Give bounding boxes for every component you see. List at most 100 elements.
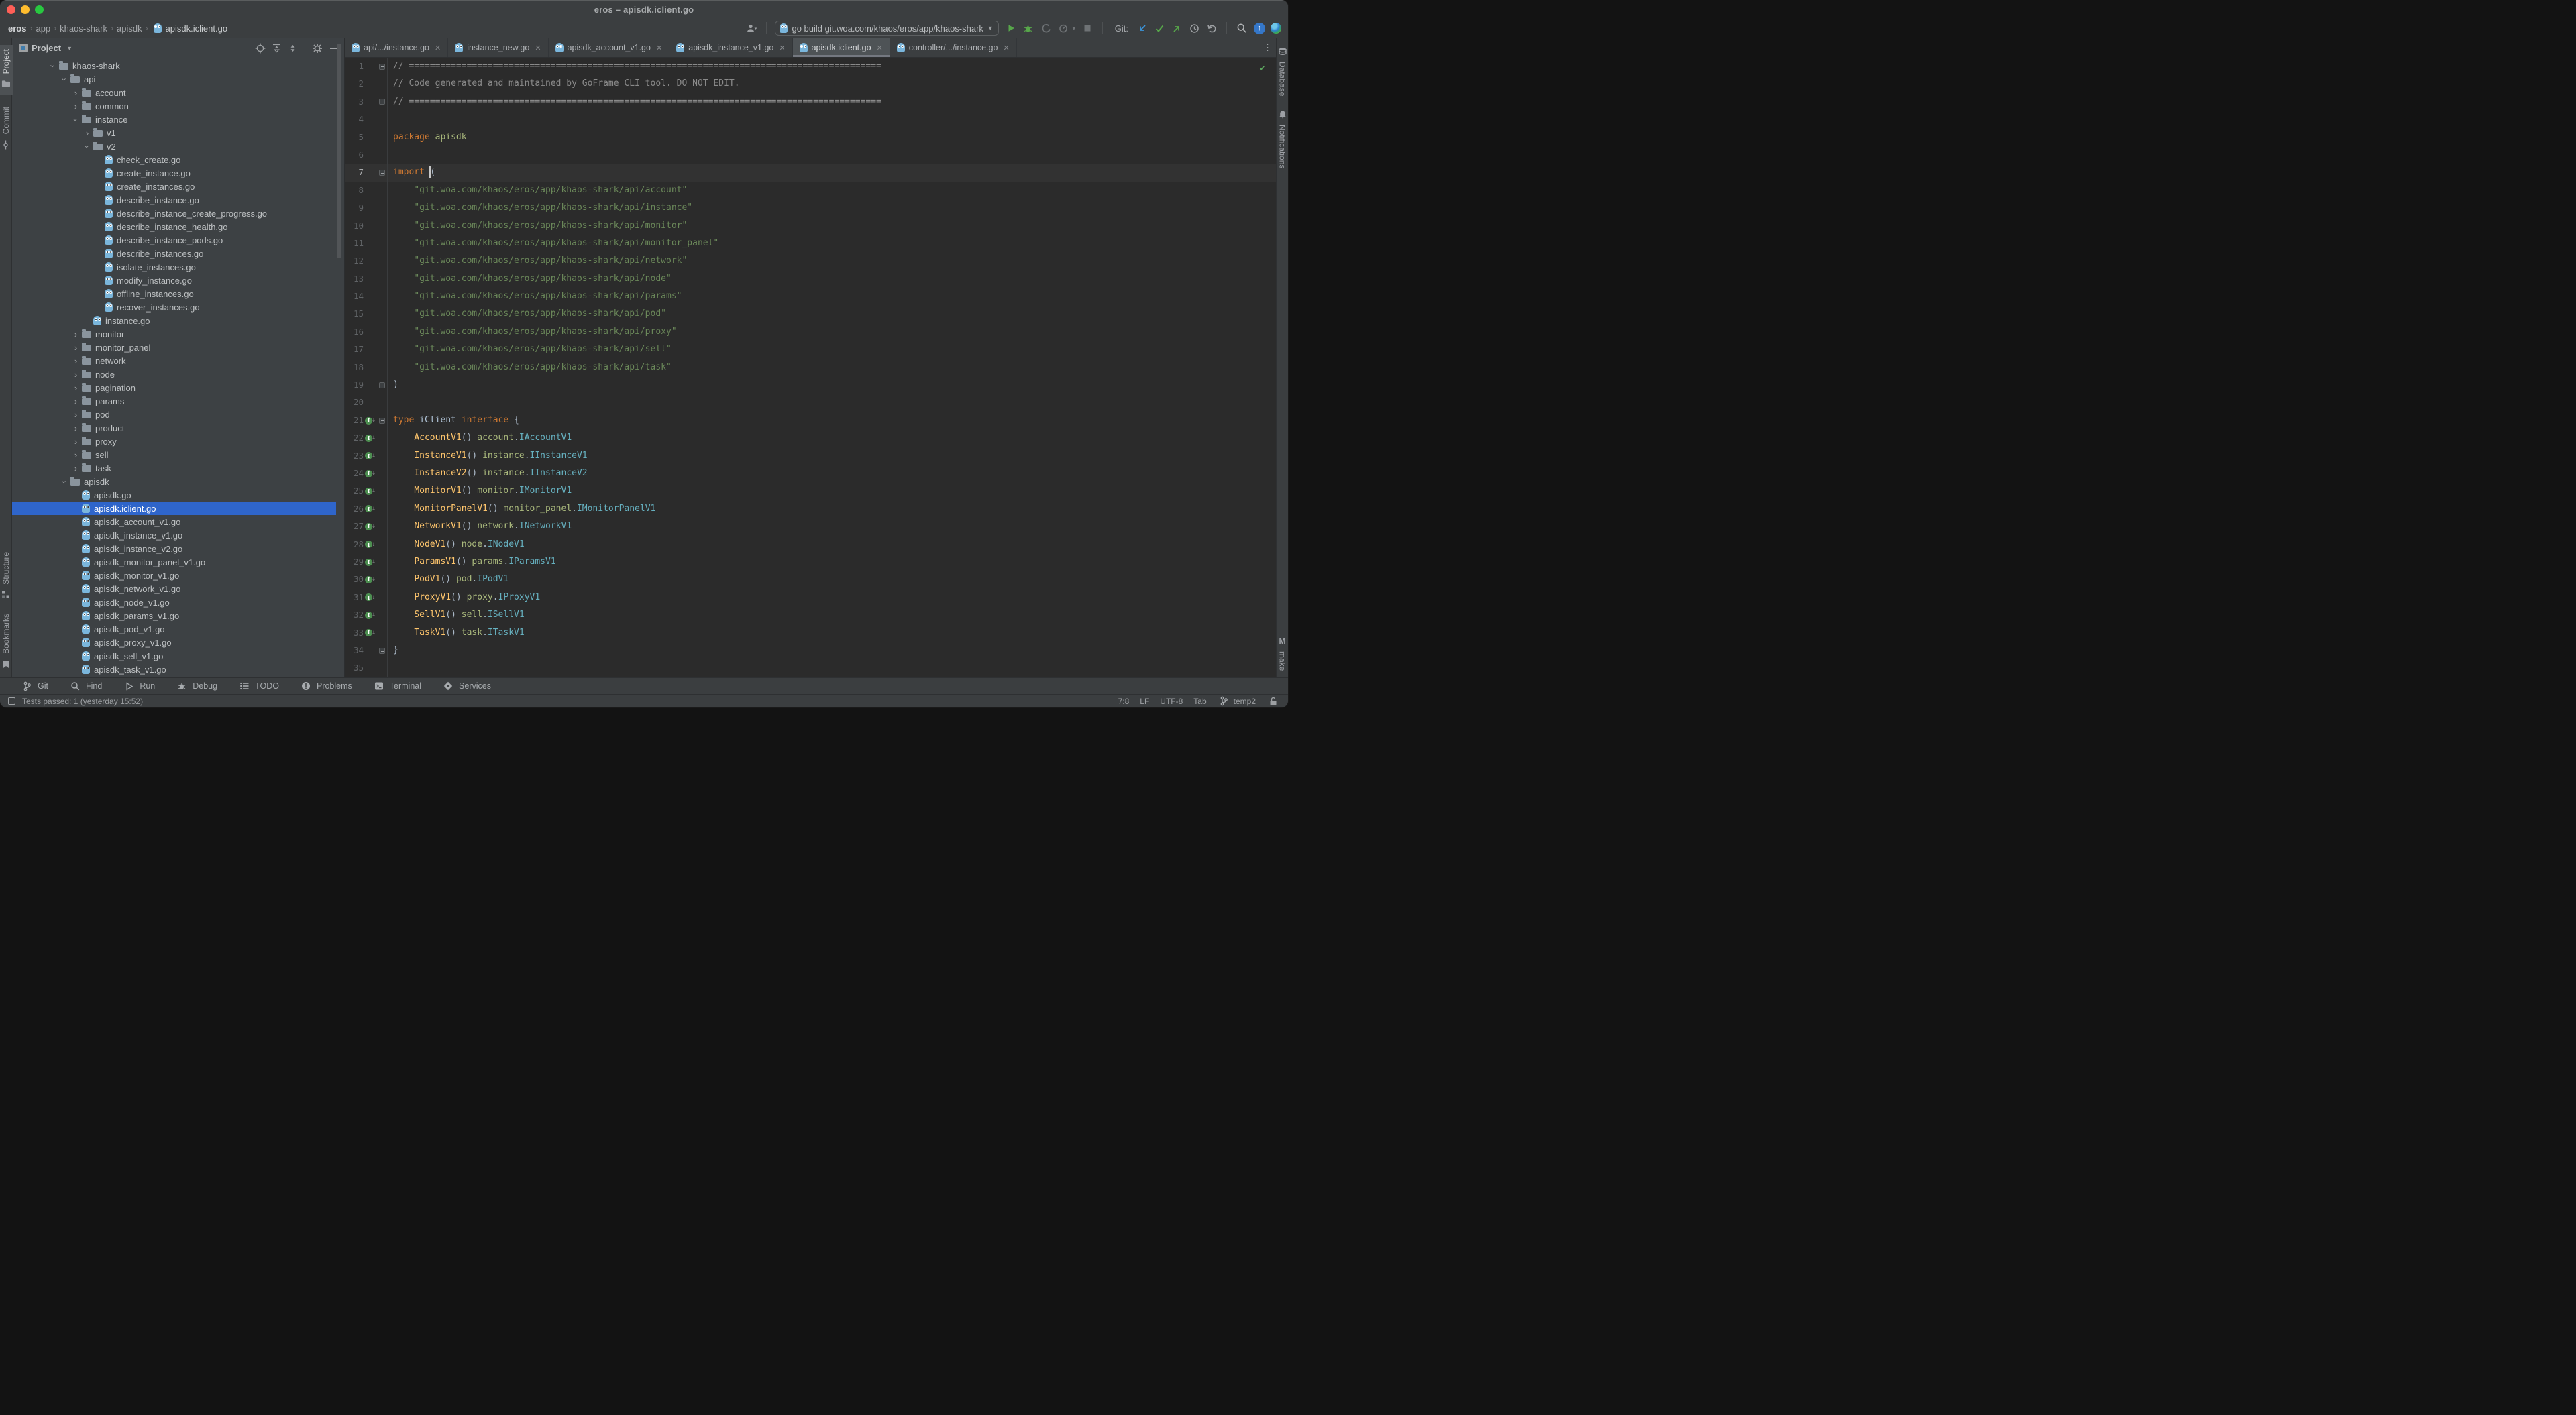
rollback-icon[interactable] <box>1205 21 1218 35</box>
tree-item[interactable]: apisdk_proxy_v1.go <box>12 636 336 649</box>
toolwindow-button-run[interactable]: Run <box>122 679 155 693</box>
tree-item[interactable]: apisdk_instance_v1.go <box>12 528 336 542</box>
line-number[interactable]: 21 <box>345 412 364 429</box>
expand-all-icon[interactable] <box>270 42 283 55</box>
project-view-selector[interactable]: Project ▼ <box>19 43 72 53</box>
fold-marker-icon[interactable] <box>379 382 385 388</box>
toolwindow-button-find[interactable]: Find <box>68 679 102 693</box>
fold-marker-icon[interactable] <box>379 99 385 105</box>
editor-tab[interactable]: apisdk_account_v1.go ✕ <box>549 38 670 57</box>
tree-item[interactable]: ›sell <box>12 448 336 461</box>
breadcrumb-item[interactable]: khaos-shark <box>60 23 107 34</box>
editor-tab[interactable]: apisdk_instance_v1.go ✕ <box>669 38 792 57</box>
toolwindow-button-services[interactable]: Services <box>441 679 491 693</box>
fold-marker-icon[interactable] <box>379 64 385 70</box>
tree-item[interactable]: apisdk_network_v1.go <box>12 582 336 596</box>
tree-item[interactable]: describe_instance.go <box>12 193 336 207</box>
inspections-ok-icon[interactable]: ✔ <box>1260 63 1265 73</box>
tree-item[interactable]: recover_instances.go <box>12 300 336 314</box>
chevron-down-icon[interactable]: › <box>48 60 58 72</box>
code-with-me-sphere-icon[interactable] <box>1271 23 1281 34</box>
line-number[interactable]: 1 <box>345 58 364 75</box>
tree-item[interactable]: describe_instance_pods.go <box>12 233 336 247</box>
close-tab-icon[interactable]: ✕ <box>877 44 883 52</box>
commit-check-icon[interactable] <box>1152 21 1166 35</box>
chevron-down-icon[interactable]: › <box>60 73 70 85</box>
line-number[interactable]: 4 <box>345 111 364 128</box>
tool-stripe-bookmarks[interactable]: Bookmarks <box>0 614 13 671</box>
tool-stripe-project[interactable]: Project <box>0 45 13 95</box>
tree-item[interactable]: ›pagination <box>12 381 336 394</box>
tree-item[interactable]: ›product <box>12 421 336 435</box>
line-number[interactable]: 6 <box>345 146 364 164</box>
line-number[interactable]: 13 <box>345 270 364 288</box>
toolwindow-button-problems[interactable]: Problems <box>299 679 352 693</box>
search-everywhere-icon[interactable] <box>1235 21 1248 35</box>
stop-icon[interactable] <box>1081 21 1094 35</box>
line-number[interactable]: 19 <box>345 376 364 394</box>
line-number[interactable]: 16 <box>345 323 364 341</box>
editor-tab[interactable]: controller/.../instance.go ✕ <box>890 38 1017 57</box>
tree-item[interactable]: ›task <box>12 461 336 475</box>
collapse-all-icon[interactable] <box>286 42 299 55</box>
line-number[interactable]: 30 <box>345 571 364 588</box>
tool-stripe-notifications[interactable]: Notifications <box>1276 108 1289 168</box>
editor-tab[interactable]: apisdk.iclient.go ✕ <box>793 38 890 57</box>
profiler-icon[interactable] <box>1057 21 1070 35</box>
chevron-right-icon[interactable]: › <box>70 383 82 393</box>
breadcrumb-item[interactable]: apisdk.iclient.go <box>166 23 228 34</box>
fold-marker-icon[interactable] <box>379 418 385 424</box>
tree-item[interactable]: ›monitor_panel <box>12 341 336 354</box>
tree-item[interactable]: check_create.go <box>12 153 336 166</box>
line-number[interactable]: 23 <box>345 447 364 465</box>
line-number[interactable]: 27 <box>345 518 364 535</box>
toolwindow-button-terminal[interactable]: Terminal <box>372 679 421 693</box>
coverage-icon[interactable] <box>1039 21 1053 35</box>
tool-stripe-make[interactable]: M make <box>1276 634 1289 671</box>
close-tab-icon[interactable]: ✕ <box>435 44 441 52</box>
ide-update-icon[interactable]: ↑ <box>1254 23 1265 34</box>
toolwindow-button-debug[interactable]: Debug <box>175 679 217 693</box>
tree-item[interactable]: apisdk.go <box>12 488 336 502</box>
status-item-branch[interactable]: temp2 <box>1218 695 1256 708</box>
tree-item[interactable]: apisdk_monitor_panel_v1.go <box>12 555 336 569</box>
tree-item[interactable]: create_instances.go <box>12 180 336 193</box>
tree-item[interactable]: instance.go <box>12 314 336 327</box>
chevron-right-icon[interactable]: › <box>70 423 82 433</box>
close-tab-icon[interactable]: ✕ <box>779 44 785 52</box>
line-number[interactable]: 33 <box>345 624 364 642</box>
tree-item[interactable]: ›common <box>12 99 336 113</box>
update-project-icon[interactable] <box>1135 21 1148 35</box>
toolwindow-button-git[interactable]: Git <box>20 679 48 693</box>
line-number[interactable]: 11 <box>345 235 364 252</box>
tree-item[interactable]: apisdk_pod_v1.go <box>12 622 336 636</box>
chevron-right-icon[interactable]: › <box>70 437 82 447</box>
tree-item[interactable]: ›v1 <box>12 126 336 139</box>
line-number[interactable]: 5 <box>345 129 364 146</box>
line-number[interactable]: 26 <box>345 500 364 518</box>
line-number[interactable]: 24 <box>345 465 364 482</box>
line-number[interactable]: 34 <box>345 642 364 659</box>
chevron-right-icon[interactable]: › <box>70 88 82 98</box>
run-icon[interactable] <box>1004 21 1018 35</box>
tree-item[interactable]: apisdk_monitor_v1.go <box>12 569 336 582</box>
tree-item[interactable]: ›instance <box>12 113 336 126</box>
line-number[interactable]: 18 <box>345 359 364 376</box>
tree-item[interactable]: ›api <box>12 72 336 86</box>
chevron-right-icon[interactable]: › <box>70 410 82 420</box>
line-number[interactable]: 20 <box>345 394 364 411</box>
chevron-right-icon[interactable]: › <box>70 101 82 111</box>
push-icon[interactable] <box>1170 21 1183 35</box>
line-number[interactable]: 31 <box>345 589 364 606</box>
breadcrumb-item[interactable]: apisdk <box>117 23 142 34</box>
breadcrumb-item[interactable]: eros <box>8 23 26 34</box>
tree-item[interactable]: isolate_instances.go <box>12 260 336 274</box>
user-icon[interactable] <box>745 21 758 35</box>
tree-item[interactable]: ›v2 <box>12 139 336 153</box>
toolwindow-button-todo[interactable]: TODO <box>237 679 279 693</box>
tree-scrollbar[interactable] <box>337 44 341 258</box>
line-number[interactable]: 17 <box>345 341 364 358</box>
line-number[interactable]: 15 <box>345 305 364 323</box>
editor-tab[interactable]: instance_new.go ✕ <box>448 38 548 57</box>
tree-item[interactable]: apisdk_account_v1.go <box>12 515 336 528</box>
